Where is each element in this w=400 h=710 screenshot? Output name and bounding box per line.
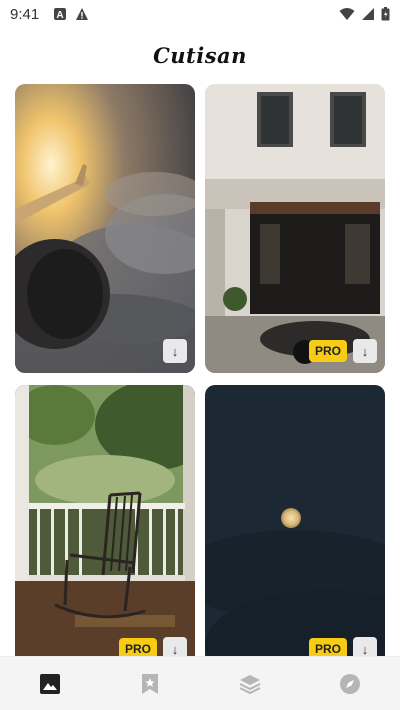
nav-item-favorites[interactable] [120,664,180,704]
wallpaper-image [205,385,385,656]
a-badge-icon: A [54,8,67,21]
bottom-navigation [0,656,400,710]
wifi-icon [339,8,355,20]
app-header: Cutisan [0,38,400,72]
signal-icon [362,8,374,20]
wallpaper-card-moon[interactable]: PRO ↓ [205,385,385,656]
download-button[interactable]: ↓ [353,637,377,656]
wallpaper-image [15,84,195,373]
app-logo: Cutisan [153,42,247,68]
download-button[interactable]: ↓ [163,339,187,363]
nav-item-explore[interactable] [320,664,380,704]
status-system-icons [339,7,390,21]
pro-badge: PRO [308,340,347,362]
wallpaper-image [15,385,195,656]
pro-badge: PRO [118,638,157,656]
download-arrow-icon: ↓ [171,343,179,359]
bookmark-star-icon [142,673,158,694]
svg-text:A: A [57,10,64,21]
warning-icon [76,8,89,20]
image-icon [40,673,60,694]
status-notification-icons: A [53,7,89,21]
status-bar: 9:41 A [0,0,400,28]
wallpaper-card-storefront[interactable]: PRO ↓ [205,84,385,373]
download-button[interactable]: ↓ [163,637,187,656]
pro-badge: PRO [308,638,347,656]
download-arrow-icon: ↓ [361,641,369,657]
wallpaper-image [205,84,385,373]
nav-item-collections[interactable] [220,664,280,704]
wallpaper-grid: ↓ PRO ↓ PRO ↓ PRO ↓ [15,84,385,656]
layers-icon [239,674,261,694]
wallpaper-card-porch[interactable]: PRO ↓ [15,385,195,656]
wallpaper-card-airplane[interactable]: ↓ [15,84,195,373]
nav-item-wallpapers[interactable] [20,664,80,704]
battery-icon [381,7,390,21]
download-arrow-icon: ↓ [171,641,179,657]
status-time: 9:41 [10,5,40,23]
download-arrow-icon: ↓ [361,343,369,359]
download-button[interactable]: ↓ [353,339,377,363]
compass-icon [340,673,360,694]
